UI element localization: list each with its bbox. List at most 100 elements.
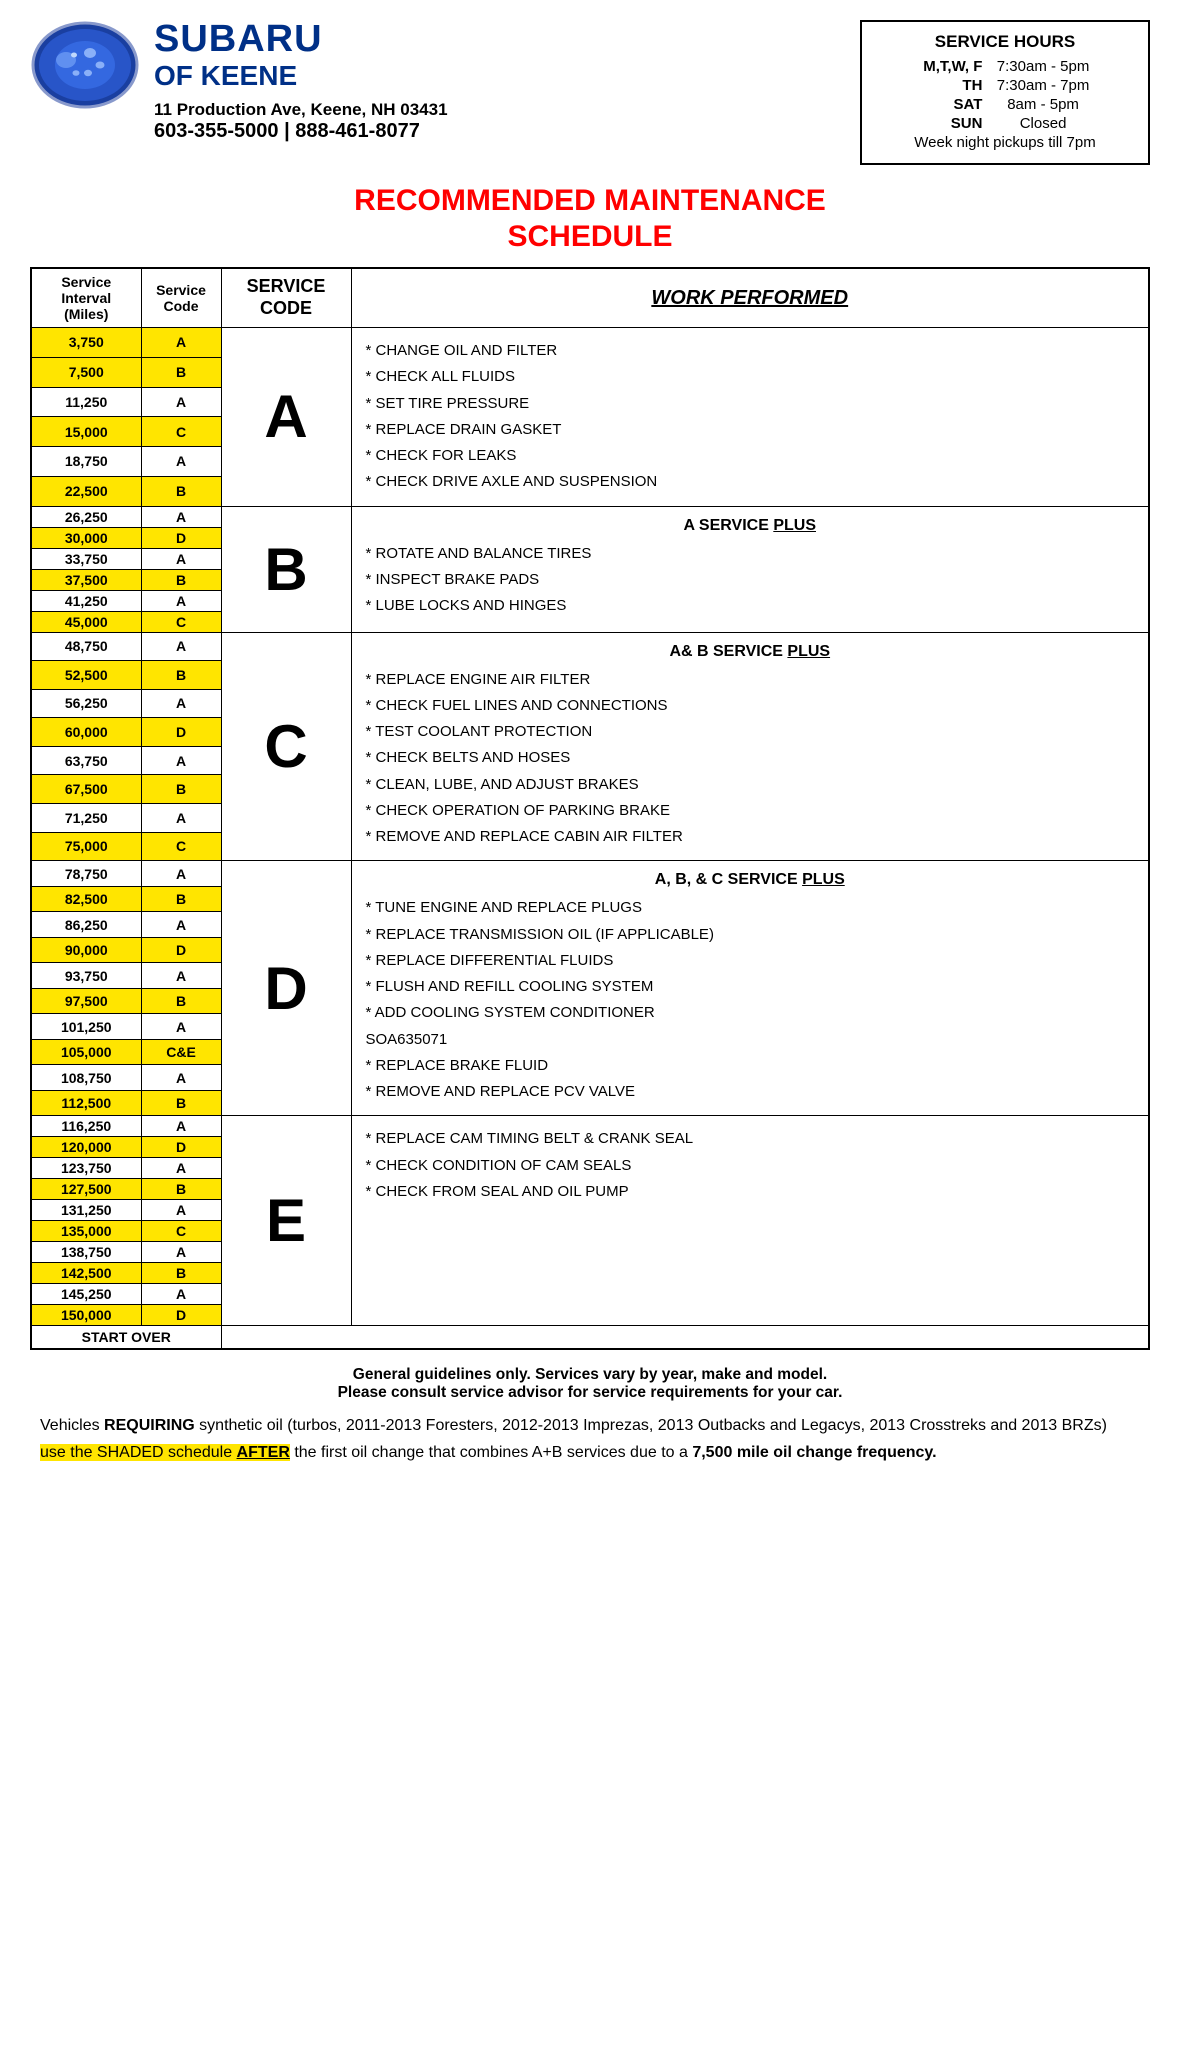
schedule-table: Service Interval(Miles) ServiceCode SERV… <box>30 267 1150 1350</box>
hours-row: TH 7:30am - 7pm <box>914 77 1095 94</box>
interval-code: C <box>141 417 221 447</box>
interval-miles: 67,500 <box>31 775 141 804</box>
start-over-row: START OVER <box>31 1326 1149 1350</box>
interval-code: C <box>141 832 221 861</box>
dealer-sub: OF KEENE <box>154 60 448 92</box>
interval-miles: 11,250 <box>31 387 141 417</box>
interval-miles: 108,750 <box>31 1065 141 1091</box>
dealer-phone: 603-355-5000 | 888-461-8077 <box>154 120 448 143</box>
table-row: 26,250ABA SERVICE PLUS* ROTATE AND BALAN… <box>31 506 1149 527</box>
interval-code: A <box>141 387 221 417</box>
interval-code: B <box>141 569 221 590</box>
interval-code: B <box>141 1090 221 1116</box>
interval-code: A <box>141 861 221 887</box>
interval-code: D <box>141 1305 221 1326</box>
table-row: 48,750ACA& B SERVICE PLUS* REPLACE ENGIN… <box>31 632 1149 661</box>
code-column-header: ServiceCode <box>141 268 221 328</box>
hours-days: M,T,W, F <box>914 58 988 75</box>
frequency-bold: 7,500 mile oil change frequency. <box>692 1444 936 1461</box>
hours-row: SUN Closed <box>914 115 1095 132</box>
footer-body: Vehicles REQUIRING synthetic oil (turbos… <box>30 1412 1150 1466</box>
work-performed-cell: A& B SERVICE PLUS* REPLACE ENGINE AIR FI… <box>351 632 1149 861</box>
table-header-row: Service Interval(Miles) ServiceCode SERV… <box>31 268 1149 328</box>
interval-code: A <box>141 1158 221 1179</box>
interval-miles: 138,750 <box>31 1242 141 1263</box>
hours-row: Week night pickups till 7pm <box>914 134 1095 151</box>
hours-time: 8am - 5pm <box>990 96 1095 113</box>
interval-miles: 101,250 <box>31 1014 141 1040</box>
work-performed-cell: A, B, & C SERVICE PLUS* TUNE ENGINE AND … <box>351 861 1149 1116</box>
hours-note: Week night pickups till 7pm <box>914 134 1095 151</box>
interval-code: B <box>141 775 221 804</box>
interval-code: A <box>141 506 221 527</box>
page-container: SUBARU OF KEENE 11 Production Ave, Keene… <box>30 20 1150 1467</box>
hours-days: TH <box>914 77 988 94</box>
interval-code: C <box>141 611 221 632</box>
interval-code: D <box>141 527 221 548</box>
interval-miles: 22,500 <box>31 476 141 506</box>
interval-code: A <box>141 963 221 989</box>
interval-miles: 150,000 <box>31 1305 141 1326</box>
interval-miles: 127,500 <box>31 1179 141 1200</box>
interval-miles: 15,000 <box>31 417 141 447</box>
interval-miles: 3,750 <box>31 328 141 358</box>
interval-miles: 30,000 <box>31 527 141 548</box>
interval-code: A <box>141 590 221 611</box>
interval-code: C&E <box>141 1039 221 1065</box>
hours-days: SAT <box>914 96 988 113</box>
interval-miles: 86,250 <box>31 912 141 938</box>
hours-box: SERVICE HOURS M,T,W, F 7:30am - 5pm TH 7… <box>860 20 1150 165</box>
after-bold: AFTER <box>237 1444 290 1461</box>
dealer-address: 11 Production Ave, Keene, NH 03431 <box>154 100 448 120</box>
main-title: RECOMMENDED MAINTENANCESCHEDULE <box>30 183 1150 255</box>
hours-time: 7:30am - 7pm <box>990 77 1095 94</box>
footer-note: General guidelines only. Services vary b… <box>30 1366 1150 1402</box>
dealer-name: SUBARU <box>154 20 448 60</box>
interval-code: A <box>141 632 221 661</box>
requiring-bold: REQUIRING <box>104 1417 195 1434</box>
service-code-label: SERVICECODE <box>221 268 351 328</box>
interval-miles: 142,500 <box>31 1263 141 1284</box>
interval-miles: 48,750 <box>31 632 141 661</box>
interval-miles: 131,250 <box>31 1200 141 1221</box>
interval-code: A <box>141 328 221 358</box>
interval-miles: 71,250 <box>31 804 141 833</box>
work-performed-cell: * CHANGE OIL AND FILTER* CHECK ALL FLUID… <box>351 328 1149 507</box>
work-performed-cell: * REPLACE CAM TIMING BELT & CRANK SEAL* … <box>351 1116 1149 1326</box>
interval-code: A <box>141 548 221 569</box>
interval-code: B <box>141 357 221 387</box>
service-code-cell: C <box>221 632 351 861</box>
interval-code: A <box>141 912 221 938</box>
interval-header: Service Interval(Miles) <box>31 268 141 328</box>
interval-miles: 90,000 <box>31 937 141 963</box>
interval-miles: 135,000 <box>31 1221 141 1242</box>
table-row: 78,750ADA, B, & C SERVICE PLUS* TUNE ENG… <box>31 861 1149 887</box>
after-underline: AFTER <box>237 1444 290 1461</box>
interval-miles: 33,750 <box>31 548 141 569</box>
service-code-cell: E <box>221 1116 351 1326</box>
interval-code: A <box>141 1065 221 1091</box>
interval-miles: 45,000 <box>31 611 141 632</box>
header: SUBARU OF KEENE 11 Production Ave, Keene… <box>30 20 1150 165</box>
interval-miles: 63,750 <box>31 746 141 775</box>
interval-miles: 105,000 <box>31 1039 141 1065</box>
shaded-schedule-text: use the SHADED schedule AFTER <box>40 1444 290 1461</box>
interval-code: A <box>141 1242 221 1263</box>
interval-miles: 78,750 <box>31 861 141 887</box>
table-row: 116,250AE* REPLACE CAM TIMING BELT & CRA… <box>31 1116 1149 1137</box>
header-left: SUBARU OF KEENE 11 Production Ave, Keene… <box>30 20 448 143</box>
hours-time: Closed <box>990 115 1095 132</box>
service-code-cell: A <box>221 328 351 507</box>
interval-code: B <box>141 476 221 506</box>
hours-title: SERVICE HOURS <box>878 32 1132 52</box>
interval-miles: 97,500 <box>31 988 141 1014</box>
interval-miles: 112,500 <box>31 1090 141 1116</box>
interval-miles: 116,250 <box>31 1116 141 1137</box>
interval-code: A <box>141 1014 221 1040</box>
table-row: 3,750AA* CHANGE OIL AND FILTER* CHECK AL… <box>31 328 1149 358</box>
dealer-info: SUBARU OF KEENE 11 Production Ave, Keene… <box>154 20 448 143</box>
interval-code: B <box>141 1179 221 1200</box>
interval-code: A <box>141 746 221 775</box>
work-performed-cell: A SERVICE PLUS* ROTATE AND BALANCE TIRES… <box>351 506 1149 632</box>
hours-days: SUN <box>914 115 988 132</box>
